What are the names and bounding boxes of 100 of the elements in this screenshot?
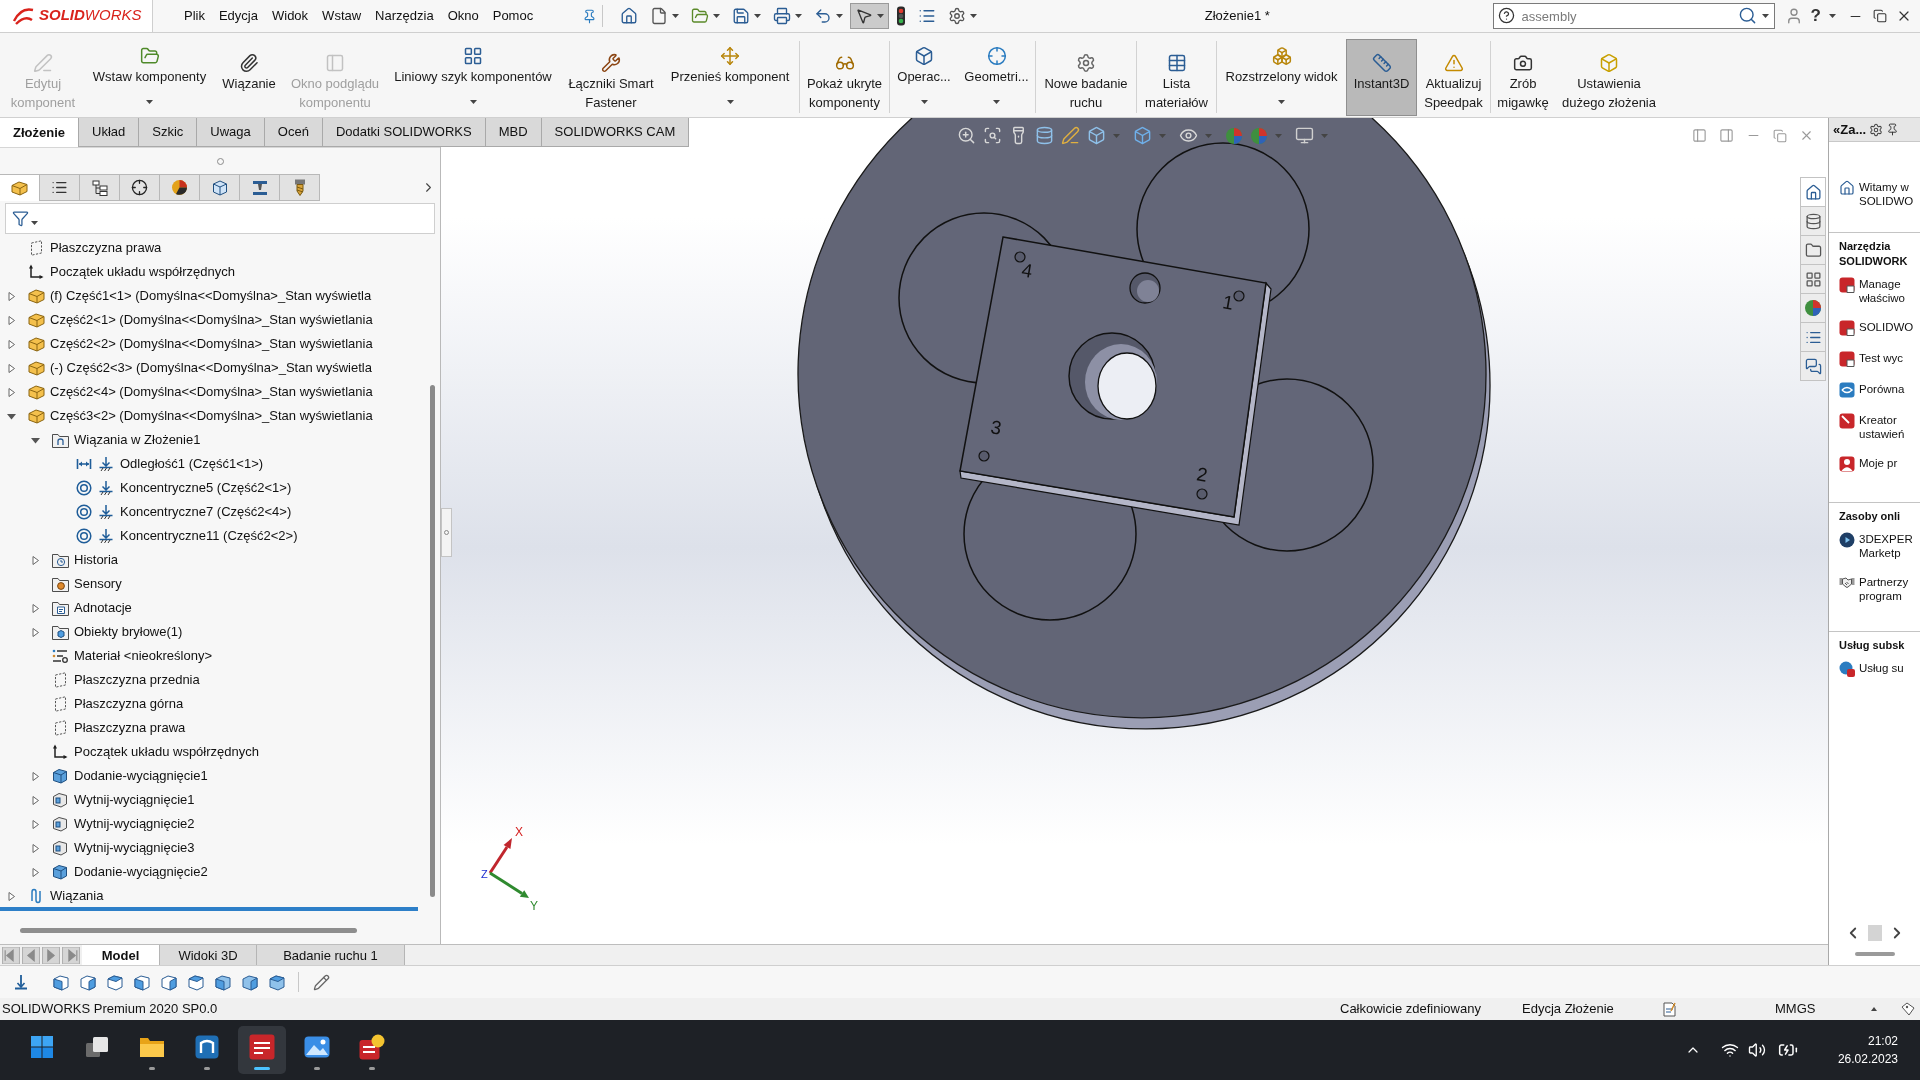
scrollbar[interactable] (1854, 952, 1895, 956)
task-link[interactable]: Usług su (1859, 661, 1920, 675)
task-link[interactable]: 3DEXPER Marketp (1859, 532, 1920, 560)
welcome-link[interactable]: Witamy w SOLIDWO (1859, 180, 1920, 208)
wrench-icon[interactable] (601, 53, 621, 73)
move-arrows-icon[interactable] (720, 46, 740, 66)
ribbon-button[interactable]: Operac... (890, 39, 958, 116)
database-icon[interactable] (1804, 212, 1822, 230)
tree-item[interactable]: Płaszczyzna prawa (74, 719, 186, 737)
document-icon[interactable] (650, 7, 668, 25)
tree-item[interactable]: Wiązania w Złożenie1 (74, 431, 201, 449)
tile-icon[interactable] (1839, 320, 1855, 336)
zoom-in-icon[interactable] (957, 126, 976, 145)
wifi-icon[interactable] (1720, 1041, 1739, 1059)
panel-right-icon[interactable] (1719, 128, 1734, 143)
handshake-icon[interactable] (1839, 575, 1855, 589)
triangle-right-icon[interactable] (42, 946, 60, 964)
panel-tab[interactable] (40, 174, 80, 201)
caret-right-icon[interactable] (30, 843, 40, 853)
task-link[interactable]: Test wyc (1859, 351, 1920, 365)
cube-icon[interactable] (241, 973, 259, 991)
home-icon[interactable] (620, 7, 638, 25)
play-disc-icon[interactable] (1839, 532, 1855, 548)
part-icon[interactable] (11, 180, 28, 196)
ribbon-button[interactable]: Geometri... (958, 39, 1035, 116)
cube-icon[interactable] (211, 179, 228, 196)
monitor-icon[interactable] (1295, 126, 1314, 145)
panel-tab[interactable] (160, 174, 200, 201)
tree-item[interactable]: Wytnij-wyciągnięcie1 (74, 791, 195, 809)
menu-item[interactable]: Narzędzia (368, 6, 441, 26)
tree-item[interactable]: Wytnij-wyciągnięcie2 (74, 815, 195, 833)
task-link[interactable]: Partnerzy program (1859, 575, 1920, 603)
caret-right-icon[interactable] (30, 819, 40, 829)
caret-right-icon[interactable] (6, 891, 16, 901)
task-pane-tab[interactable] (1800, 351, 1826, 381)
cube-icon[interactable] (79, 973, 97, 991)
pen-icon[interactable] (1061, 126, 1080, 145)
task-link[interactable]: Porówna (1859, 382, 1920, 396)
tree-item[interactable]: Część2<1> (Domyślna<<Domyślna>_Stan wyświetlania (50, 311, 373, 329)
machine-icon[interactable] (251, 179, 268, 196)
tree-item[interactable]: Odległość1 (Część1<1>) (120, 455, 264, 473)
skip-forward-icon[interactable] (62, 946, 80, 964)
search-icon[interactable] (1737, 6, 1757, 25)
chat-icon[interactable] (1804, 357, 1822, 375)
tile-icon[interactable] (249, 1034, 275, 1060)
caret-down-icon[interactable] (993, 100, 1000, 104)
menu-item[interactable]: Wstaw (315, 6, 369, 26)
circle-tile-icon[interactable] (1839, 661, 1855, 677)
task-link[interactable]: Kreator ustawień (1859, 413, 1920, 441)
task-pane-tab[interactable] (1800, 293, 1826, 323)
settings-icon[interactable] (1869, 122, 1884, 137)
tree-item[interactable]: Płaszczyzna prawa (50, 239, 162, 257)
tab[interactable]: Oceń (264, 118, 323, 147)
tile-badge-icon[interactable] (359, 1034, 385, 1060)
tab[interactable]: MBD (485, 118, 542, 147)
toolbar-button[interactable] (850, 3, 889, 29)
cube-icon[interactable] (1087, 126, 1106, 145)
pin-icon[interactable] (582, 8, 597, 24)
home-icon[interactable] (1839, 180, 1855, 196)
folder-icon[interactable] (1804, 241, 1822, 259)
scrollbar[interactable] (430, 385, 435, 897)
cube-icon[interactable] (52, 973, 70, 991)
pin-icon[interactable] (1886, 123, 1900, 136)
grid-icon[interactable] (463, 46, 483, 66)
tab[interactable]: Uwaga (197, 118, 265, 147)
ribbon-button[interactable]: Przenieś komponent (661, 39, 799, 116)
caret-down-icon[interactable] (31, 220, 38, 225)
ribbon-button[interactable]: Łączniki Smart Fastener (561, 39, 661, 116)
tree-item[interactable]: Historia (74, 551, 119, 569)
task-pane-tab[interactable] (1800, 235, 1826, 265)
cube-icon[interactable] (914, 46, 934, 66)
caret-down-icon[interactable] (754, 14, 761, 18)
help-icon[interactable] (1497, 7, 1515, 24)
caret-down-icon[interactable] (795, 14, 802, 18)
pie-chart-icon[interactable] (171, 179, 188, 196)
caret-right-icon[interactable] (6, 339, 16, 349)
home-icon[interactable] (1804, 183, 1822, 201)
task-pane-tab[interactable] (1800, 206, 1826, 236)
undo-icon[interactable] (814, 7, 832, 25)
list-icon[interactable] (918, 7, 936, 25)
tree-item[interactable]: Dodanie-wyciągnięcie1 (74, 767, 208, 785)
caret-down-icon[interactable] (1278, 100, 1285, 104)
caret-down-icon[interactable] (726, 100, 734, 104)
cube-icon[interactable] (214, 973, 232, 991)
menu-item[interactable]: Plik (177, 6, 212, 26)
pencil-icon[interactable] (313, 973, 330, 991)
tab[interactable]: Badanie ruchu 1 (257, 945, 405, 965)
ribbon-button[interactable]: Rozstrzelony widok (1217, 39, 1346, 116)
tree-item[interactable]: Część2<2> (Domyślna<<Domyślna>_Stan wyświetlania (50, 335, 373, 353)
menu-item[interactable]: Widok (265, 6, 316, 26)
ribbon-button[interactable]: Wiązanie (213, 39, 285, 116)
tab[interactable]: SOLIDWORKS CAM (541, 118, 690, 147)
tab[interactable]: Model (82, 945, 160, 965)
units-selector[interactable]: MMGS (1775, 1001, 1816, 1017)
ribbon-button[interactable]: Liniowy szyk komponentów (385, 39, 561, 116)
caret-right-icon[interactable] (6, 363, 16, 373)
cube-icon[interactable] (133, 973, 151, 991)
task-pane-tab[interactable] (1800, 264, 1826, 294)
zoom-area-icon[interactable] (983, 126, 1002, 145)
triangle-left-icon[interactable] (22, 946, 40, 964)
